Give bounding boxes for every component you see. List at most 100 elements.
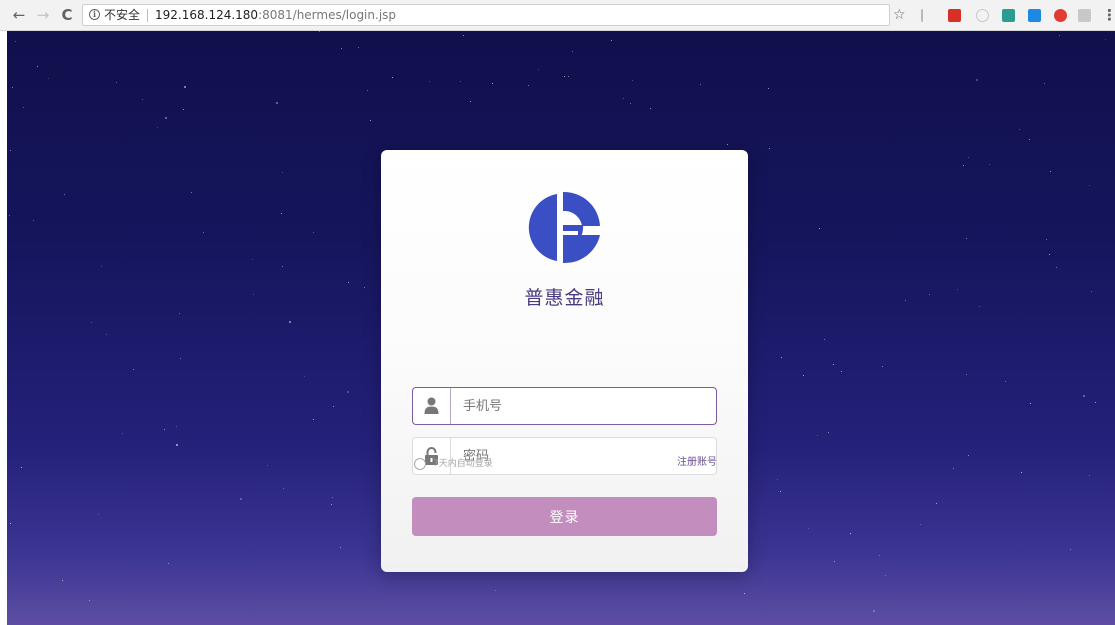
- url-separator: [147, 9, 148, 22]
- password-input[interactable]: [463, 446, 703, 466]
- brand-logo-icon: [528, 191, 600, 264]
- star: [15, 41, 16, 42]
- star: [828, 432, 829, 433]
- address-bar[interactable]: i 不安全 192.168.124.180:8081/hermes/login.…: [82, 4, 890, 26]
- star: [282, 172, 283, 173]
- star: [885, 575, 886, 576]
- star: [289, 321, 291, 323]
- star: [1059, 35, 1060, 36]
- url-host: 192.168.124.180: [155, 8, 259, 22]
- star: [332, 497, 333, 498]
- star: [106, 334, 107, 335]
- star: [882, 366, 883, 367]
- remember-me-radio[interactable]: [414, 458, 426, 470]
- star: [304, 376, 305, 377]
- star: [33, 220, 34, 221]
- star: [64, 194, 65, 195]
- star: [157, 127, 158, 128]
- star: [936, 503, 937, 504]
- register-link[interactable]: 注册账号: [677, 456, 717, 470]
- star: [319, 31, 320, 32]
- browser-toolbar: ← → C i 不安全 192.168.124.180:8081/hermes/…: [0, 0, 1115, 31]
- star: [824, 339, 825, 340]
- star: [191, 192, 192, 193]
- login-button[interactable]: 登录: [412, 497, 717, 536]
- star: [833, 364, 834, 365]
- security-label[interactable]: 不安全: [104, 7, 140, 23]
- star: [920, 524, 921, 525]
- star: [358, 47, 359, 48]
- star: [1089, 185, 1090, 186]
- star: [460, 81, 461, 82]
- url-path: :8081/hermes/login.jsp: [258, 8, 397, 22]
- back-icon[interactable]: ←: [10, 5, 28, 25]
- window-extension-icon[interactable]: [1028, 9, 1041, 22]
- star: [133, 369, 134, 370]
- star: [183, 109, 184, 110]
- star: [10, 150, 11, 151]
- star: [1105, 39, 1106, 40]
- circle-extension-icon[interactable]: [976, 9, 989, 22]
- phone-field[interactable]: [412, 387, 717, 425]
- star: [164, 429, 165, 430]
- url-text[interactable]: 192.168.124.180:8081/hermes/login.jsp: [155, 7, 396, 23]
- star: [10, 523, 11, 524]
- star: [176, 444, 178, 446]
- star: [1089, 475, 1090, 476]
- block-extension-icon[interactable]: [1054, 9, 1067, 22]
- star: [1070, 549, 1071, 550]
- lightning-extension-icon[interactable]: [921, 9, 927, 22]
- star: [963, 165, 964, 166]
- star: [370, 120, 371, 121]
- star: [968, 157, 969, 158]
- star: [873, 610, 875, 612]
- star: [463, 35, 464, 36]
- star: [1005, 381, 1006, 382]
- star: [1044, 83, 1045, 84]
- star: [1019, 129, 1020, 130]
- star: [976, 79, 978, 81]
- star: [1029, 139, 1030, 140]
- phone-input[interactable]: [463, 396, 703, 416]
- star: [744, 593, 745, 594]
- grey-extension-icon[interactable]: [1078, 9, 1091, 22]
- star: [568, 76, 569, 77]
- star: [841, 371, 842, 372]
- star: [240, 498, 242, 500]
- forward-icon[interactable]: →: [34, 5, 52, 25]
- star: [781, 357, 782, 358]
- star: [953, 468, 954, 469]
- star: [313, 419, 314, 420]
- star: [429, 81, 430, 82]
- star: [142, 99, 143, 100]
- info-icon[interactable]: i: [89, 9, 100, 20]
- star: [495, 590, 496, 591]
- star: [769, 148, 770, 149]
- star: [630, 103, 631, 104]
- star: [313, 232, 314, 233]
- star: [364, 287, 365, 288]
- remember-me-label[interactable]: 7天内自动登录: [433, 457, 493, 471]
- star: [879, 555, 880, 556]
- star: [819, 228, 820, 229]
- star: [623, 98, 624, 99]
- star: [203, 232, 204, 233]
- dots-extension-icon[interactable]: [1002, 9, 1015, 22]
- star: [392, 77, 393, 78]
- star: [253, 294, 254, 295]
- menu-icon[interactable]: ⋮: [1102, 5, 1115, 25]
- star: [632, 80, 633, 81]
- star: [564, 76, 565, 77]
- star: [470, 101, 471, 102]
- star: [966, 238, 967, 239]
- star: [347, 391, 349, 393]
- star: [21, 467, 22, 468]
- star: [1030, 403, 1031, 404]
- star: [91, 322, 92, 323]
- fe-extension-icon[interactable]: [948, 9, 961, 22]
- reload-icon[interactable]: C: [58, 5, 76, 25]
- bookmark-star-icon[interactable]: ☆: [893, 6, 906, 24]
- star: [727, 144, 728, 145]
- star: [101, 266, 102, 267]
- star: [777, 479, 778, 480]
